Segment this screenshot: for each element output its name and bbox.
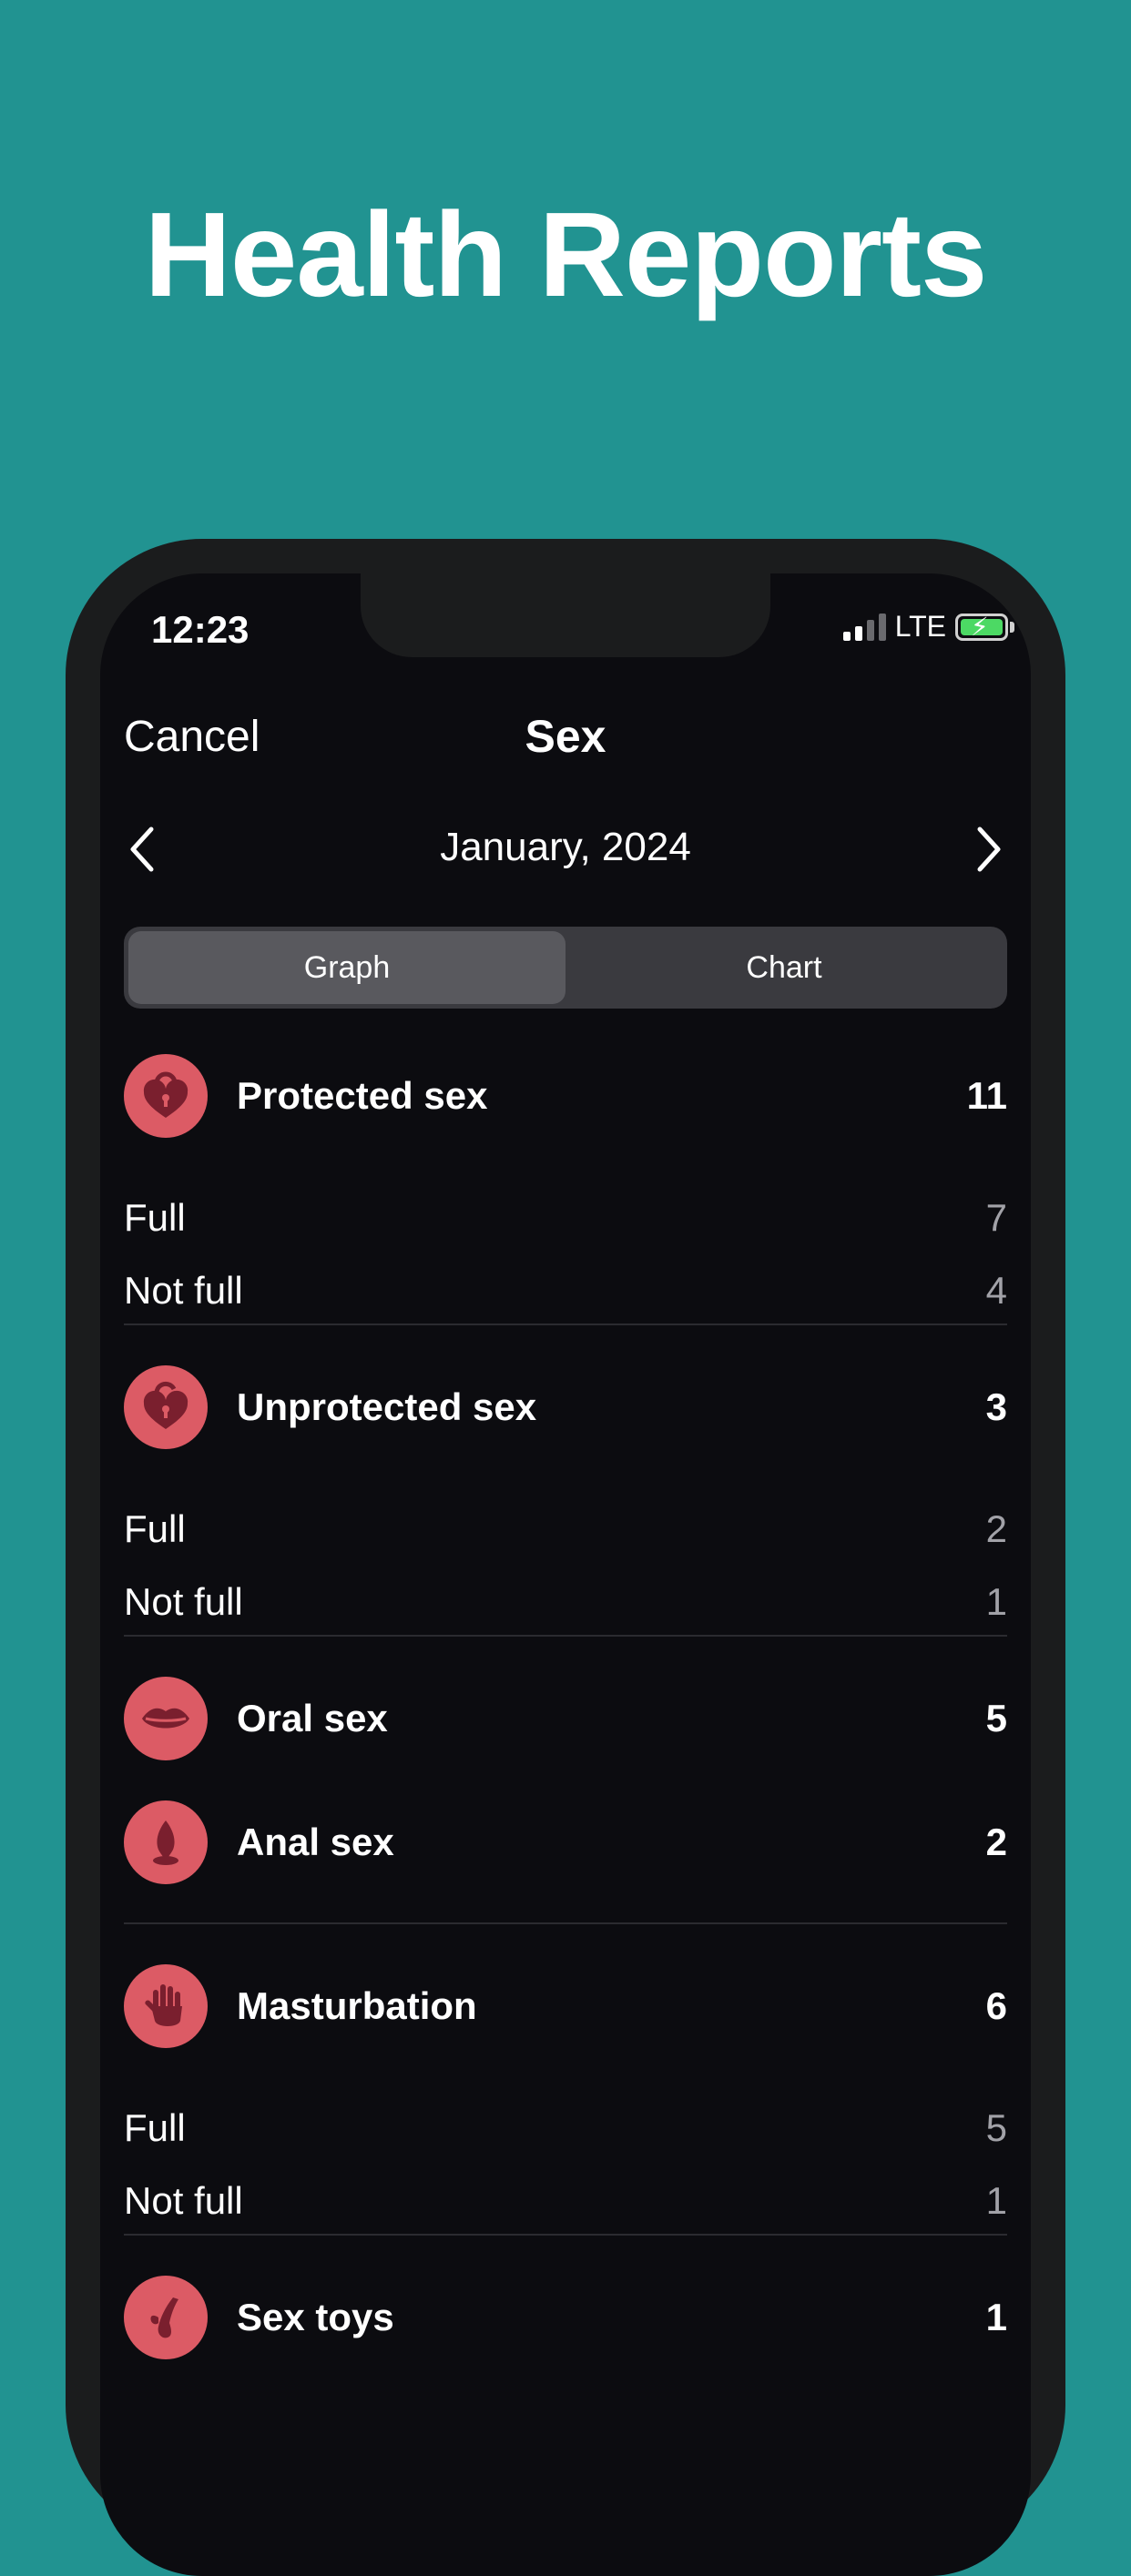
breakdown-label: Full bbox=[124, 1196, 186, 1239]
category-count: 11 bbox=[966, 1074, 1007, 1117]
list-item: Not full 1 bbox=[124, 1575, 1007, 1629]
list-item: Full 7 bbox=[124, 1191, 1007, 1245]
category-label: Oral sex bbox=[237, 1697, 388, 1739]
status-time: 12:23 bbox=[151, 608, 250, 651]
notch bbox=[361, 573, 770, 657]
category-label: Masturbation bbox=[237, 1984, 477, 2027]
breakdown-value: 7 bbox=[985, 1196, 1007, 1239]
category-row-protected-sex[interactable]: Protected sex 11 bbox=[124, 1054, 1007, 1138]
list-item: Full 5 bbox=[124, 2101, 1007, 2155]
category-label: Anal sex bbox=[237, 1820, 394, 1863]
view-segmented-control: Graph Chart bbox=[124, 927, 1007, 1009]
breakdown-value: 2 bbox=[985, 1507, 1007, 1550]
page-title: Sex bbox=[525, 711, 606, 762]
lips-icon bbox=[124, 1677, 208, 1760]
status-indicators: LTE ⚡ bbox=[842, 610, 1014, 644]
list-item: Full 2 bbox=[124, 1502, 1007, 1557]
category-row-oral-sex[interactable]: Oral sex 5 bbox=[124, 1677, 1007, 1760]
toy-icon bbox=[124, 2276, 208, 2359]
headline: Health Reports bbox=[144, 188, 988, 321]
category-count: 3 bbox=[985, 1385, 1007, 1428]
hand-icon bbox=[124, 1964, 208, 2048]
lock-heart-icon bbox=[124, 1054, 208, 1138]
breakdown-value: 4 bbox=[985, 1269, 1007, 1312]
category-row-unprotected-sex[interactable]: Unprotected sex 3 bbox=[124, 1365, 1007, 1449]
breakdown-label: Not full bbox=[124, 1269, 243, 1312]
month-label: January, 2024 bbox=[440, 825, 691, 869]
signal-icon bbox=[842, 613, 886, 641]
breakdown-label: Not full bbox=[124, 1580, 243, 1623]
phone-frame: 12:23 LTE ⚡ Cancel Sex January, 2024 Gra… bbox=[66, 539, 1065, 2576]
chevron-right-icon bbox=[977, 827, 1001, 872]
divider bbox=[124, 1323, 1007, 1325]
divider bbox=[124, 2234, 1007, 2236]
breakdown-value: 1 bbox=[985, 2179, 1007, 2222]
divider bbox=[124, 1922, 1007, 1924]
breakdown-label: Full bbox=[124, 2106, 186, 2149]
plug-icon bbox=[124, 1800, 208, 1884]
category-count: 6 bbox=[985, 1984, 1007, 2027]
breakdown-label: Not full bbox=[124, 2179, 243, 2222]
segment-chart[interactable]: Chart bbox=[566, 931, 1003, 1004]
category-row-anal-sex[interactable]: Anal sex 2 bbox=[124, 1800, 1007, 1884]
list-item: Not full 4 bbox=[124, 1263, 1007, 1318]
phone-screen: 12:23 LTE ⚡ Cancel Sex January, 2024 Gra… bbox=[100, 573, 1031, 2576]
category-count: 5 bbox=[985, 1697, 1007, 1739]
breakdown-value: 5 bbox=[985, 2106, 1007, 2149]
category-row-sex-toys[interactable]: Sex toys 1 bbox=[124, 2276, 1007, 2359]
segment-graph[interactable]: Graph bbox=[128, 931, 566, 1004]
next-month-button[interactable] bbox=[962, 817, 1016, 881]
unlocked-heart-icon bbox=[124, 1365, 208, 1449]
category-label: Unprotected sex bbox=[237, 1385, 537, 1428]
breakdown-label: Full bbox=[124, 1507, 186, 1550]
category-row-masturbation[interactable]: Masturbation 6 bbox=[124, 1964, 1007, 2048]
category-label: Sex toys bbox=[237, 2296, 394, 2338]
category-label: Protected sex bbox=[237, 1074, 488, 1117]
divider bbox=[124, 1635, 1007, 1637]
list-item: Not full 1 bbox=[124, 2174, 1007, 2228]
breakdown-value: 1 bbox=[985, 1580, 1007, 1623]
network-type: LTE bbox=[894, 610, 946, 643]
category-count: 1 bbox=[985, 2296, 1007, 2338]
battery-icon: ⚡ bbox=[955, 613, 1008, 641]
category-count: 2 bbox=[985, 1820, 1007, 1863]
